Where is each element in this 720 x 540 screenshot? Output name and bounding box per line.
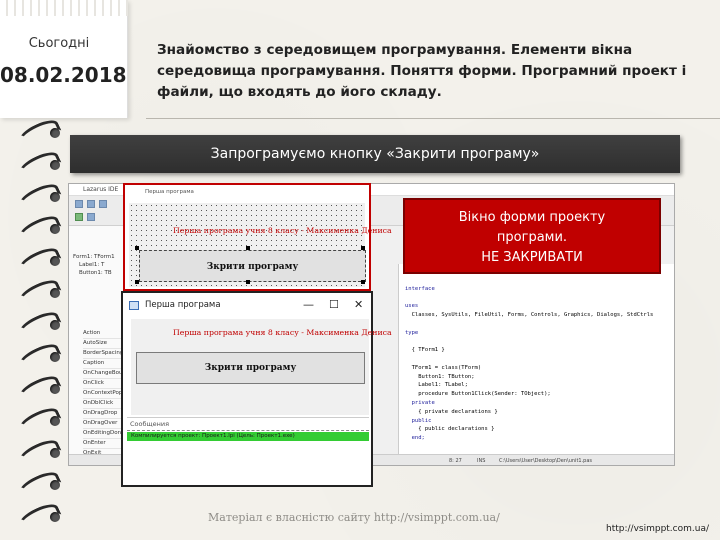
running-form-window: Перша програма — ☐ ✕ Перша програма учня… xyxy=(121,291,392,487)
tree-item[interactable]: Label1: T xyxy=(79,262,104,268)
property-row[interactable]: OnEditingDone xyxy=(83,430,125,439)
callout-line: Вікно форми проекту xyxy=(458,210,606,225)
torn-edge xyxy=(0,0,128,16)
callout-line: програми. xyxy=(496,230,568,245)
run-form-titlebar: Перша програма — ☐ ✕ xyxy=(123,293,371,319)
selection-handle[interactable] xyxy=(246,246,250,250)
property-row[interactable]: Action xyxy=(83,330,125,339)
selection-handle[interactable] xyxy=(361,246,365,250)
punch-hole xyxy=(50,320,60,330)
code-line: Classes, SysUtils, FileUtil, Forms, Cont… xyxy=(405,312,654,318)
run-icon[interactable] xyxy=(75,213,83,221)
punch-hole xyxy=(50,416,60,426)
object-inspector: Form1: TForm1 Label1: T Button1: TB Acti… xyxy=(69,226,127,465)
run-label: Перша програма учня 8 класу - Максименка… xyxy=(173,328,392,337)
code-line: private xyxy=(405,400,435,406)
messages-header: Сообщения xyxy=(130,420,170,428)
selection-handle[interactable] xyxy=(135,280,139,284)
property-row[interactable]: OnDblClick xyxy=(83,400,125,409)
ide-window-title: Lazarus IDE xyxy=(83,186,119,193)
selection-handle[interactable] xyxy=(246,280,250,284)
design-close-button[interactable]: Зкрити програму xyxy=(139,250,366,282)
step-icon[interactable] xyxy=(87,213,95,221)
code-line: procedure Button1Click(Sender: TObject); xyxy=(405,391,551,398)
compile-message[interactable]: Компилируется проект: Проект1.lpi (Цель:… xyxy=(127,432,369,441)
property-row[interactable]: OnEnter xyxy=(83,440,125,449)
punch-hole xyxy=(50,224,60,234)
new-file-icon[interactable] xyxy=(75,200,83,208)
code-line: public xyxy=(405,417,432,424)
task-banner: Запрограмуємо кнопку «Закрити програму» xyxy=(70,135,680,173)
tree-item[interactable]: Form1: TForm1 xyxy=(73,254,115,260)
minimize-icon[interactable]: — xyxy=(303,298,314,311)
date-card: Сьогодні 08.02.2018 xyxy=(0,0,128,118)
lesson-title: Знайомство з середовищем програмування. … xyxy=(157,42,687,100)
code-line: end; xyxy=(405,435,425,442)
cursor-position: 8: 27 xyxy=(449,458,462,464)
lesson-date: 08.02.2018 xyxy=(0,63,127,87)
punch-hole xyxy=(50,512,60,522)
close-program-button[interactable]: Зкрити програму xyxy=(136,352,365,384)
selection-handle[interactable] xyxy=(361,280,365,284)
save-icon[interactable] xyxy=(99,200,107,208)
warning-callout: Вікно форми проекту програми. НЕ ЗАКРИВА… xyxy=(403,198,661,274)
code-line: type xyxy=(405,329,419,336)
form-design-grid[interactable]: Перша програма учня 8 класу - Максименка… xyxy=(129,203,392,287)
messages-divider xyxy=(127,430,369,431)
design-form-window: Перша програма Перша програма учня 8 кла… xyxy=(123,183,392,291)
run-form-title: Перша програма xyxy=(145,300,221,310)
punch-hole xyxy=(50,288,60,298)
code-line: Button1: TButton; xyxy=(405,373,475,380)
code-line: { private declarations } xyxy=(405,408,498,415)
messages-panel: Сообщения Компилируется проект: Проект1.… xyxy=(127,417,369,485)
property-row[interactable]: OnDragDrop xyxy=(83,410,125,419)
file-path: C:\Users\User\Desktop\Den\unit1.pas xyxy=(499,458,593,464)
spiral-binding xyxy=(0,115,64,540)
property-row[interactable]: OnDragOver xyxy=(83,420,125,429)
property-row[interactable]: OnClick xyxy=(83,380,125,389)
punch-hole xyxy=(50,256,60,266)
app-icon xyxy=(129,301,139,310)
callout-line: НЕ ЗАКРИВАТИ xyxy=(481,250,583,265)
code-line: Label1: TLabel; xyxy=(405,382,468,389)
property-row[interactable]: Caption xyxy=(83,360,125,369)
selection-handle[interactable] xyxy=(135,246,139,250)
today-label: Сьогодні xyxy=(28,36,90,51)
run-form-body: Перша програма учня 8 класу - Максименка… xyxy=(131,319,392,415)
property-row[interactable]: AutoSize xyxy=(83,340,125,349)
site-url[interactable]: http://vsimppt.com.ua/ xyxy=(606,524,709,534)
tree-item[interactable]: Button1: TB xyxy=(79,270,112,276)
title-divider xyxy=(146,118,720,119)
code-line: TForm1 = class(TForm) xyxy=(405,364,482,371)
code-line: { TForm1 } xyxy=(405,347,445,354)
punch-hole xyxy=(50,128,60,138)
code-line: interface xyxy=(405,285,435,292)
punch-hole xyxy=(50,160,60,170)
copyright-footer: Матеріал є власністю сайту http://vsimpp… xyxy=(208,511,500,524)
code-line: uses xyxy=(405,303,419,310)
source-editor[interactable]: {$mode objfpc}{$H+}interfaceuses Classes… xyxy=(398,264,674,454)
punch-hole xyxy=(50,448,60,458)
property-row[interactable]: BorderSpacing xyxy=(83,350,125,359)
punch-hole xyxy=(50,480,60,490)
punch-hole xyxy=(50,192,60,202)
design-label[interactable]: Перша програма учня 8 класу - Максименка… xyxy=(173,226,392,235)
punch-hole xyxy=(50,384,60,394)
maximize-icon[interactable]: ☐ xyxy=(329,298,339,311)
punch-hole xyxy=(50,352,60,362)
property-row[interactable]: OnContextPop xyxy=(83,390,125,399)
code-line: { public declarations } xyxy=(405,426,495,433)
design-form-caption: Перша програма xyxy=(145,189,194,195)
open-file-icon[interactable] xyxy=(87,200,95,208)
property-row[interactable]: OnChangeBou xyxy=(83,370,125,379)
close-icon[interactable]: ✕ xyxy=(354,298,363,311)
edit-mode: INS xyxy=(477,458,486,464)
